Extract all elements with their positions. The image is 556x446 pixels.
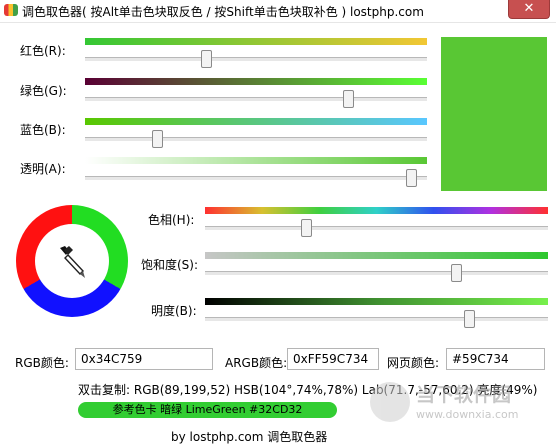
red-gradient	[85, 38, 427, 45]
reference-color-bar[interactable]: 参考色卡 暗绿 LimeGreen #32CD32	[78, 402, 337, 418]
alpha-gradient	[85, 157, 427, 164]
brightness-slider-thumb[interactable]	[463, 310, 475, 328]
red-slider-thumb[interactable]	[200, 50, 212, 68]
alpha-slider-thumb[interactable]	[405, 169, 417, 187]
green-label: 绿色(G):	[20, 84, 67, 98]
argb-value-field[interactable]: 0xFF59C734	[287, 348, 379, 370]
argb-field-label: ARGB颜色:	[225, 356, 288, 370]
alpha-label: 透明(A):	[20, 162, 66, 176]
brightness-slider-track[interactable]	[205, 317, 548, 322]
close-button[interactable]: ✕	[508, 0, 550, 19]
color-wheel[interactable]	[16, 205, 128, 317]
saturation-gradient	[205, 252, 548, 259]
saturation-slider-thumb[interactable]	[450, 264, 462, 282]
rgb-field-label: RGB颜色:	[15, 356, 69, 370]
footer-credit: by lostphp.com 调色取色器	[171, 430, 328, 444]
window-title: 调色取色器( 按Alt单击色块取反色 / 按Shift单击色块取补色 ) los…	[22, 5, 424, 19]
brightness-gradient	[205, 298, 548, 305]
brightness-label: 明度(B):	[151, 304, 197, 318]
green-gradient	[85, 78, 427, 85]
watermark-url: www.downxia.com	[416, 408, 519, 421]
wheel-center	[35, 224, 109, 298]
hue-slider-thumb[interactable]	[300, 219, 312, 237]
blue-slider-thumb[interactable]	[152, 130, 164, 148]
title-bar: 调色取色器( 按Alt单击色块取反色 / 按Shift单击色块取补色 ) los…	[0, 0, 556, 23]
watermark-logo-icon	[370, 382, 410, 422]
color-preview-swatch[interactable]	[441, 37, 547, 191]
green-slider-track[interactable]	[85, 97, 427, 102]
watermark-title: 当下软件园	[416, 384, 512, 406]
red-slider-track[interactable]	[85, 57, 427, 62]
green-slider-thumb[interactable]	[343, 90, 355, 108]
blue-gradient	[85, 118, 427, 125]
blue-slider-track[interactable]	[85, 137, 427, 142]
blue-label: 蓝色(B):	[20, 123, 66, 137]
saturation-slider-track[interactable]	[205, 271, 548, 276]
web-color-field-label: 网页颜色:	[387, 356, 440, 370]
watermark: 当下软件园 www.downxia.com	[370, 380, 546, 428]
hue-label: 色相(H):	[148, 213, 195, 227]
alpha-slider-track[interactable]	[85, 176, 427, 181]
saturation-label: 饱和度(S):	[141, 258, 199, 272]
eyedropper-icon[interactable]	[52, 241, 92, 281]
hue-slider-track[interactable]	[205, 226, 548, 231]
red-label: 红色(R):	[20, 44, 66, 58]
web-color-field[interactable]: #59C734	[446, 348, 545, 370]
palette-icon	[4, 4, 18, 16]
rgb-value-field[interactable]: 0x34C759	[75, 348, 213, 370]
hue-gradient	[205, 207, 548, 214]
